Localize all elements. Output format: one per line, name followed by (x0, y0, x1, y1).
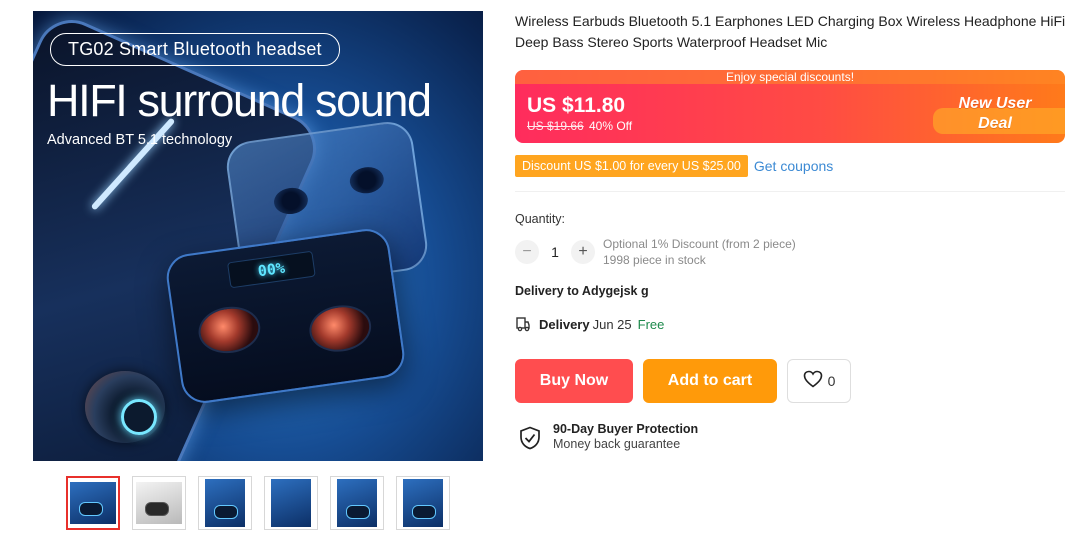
deal-badge-line2: Deal (978, 115, 1012, 132)
thumbnail-3[interactable] (198, 476, 252, 530)
quantity-increase-button[interactable]: + (571, 240, 595, 264)
quantity-value[interactable]: 1 (539, 244, 571, 260)
charging-case-body: 00% (163, 226, 408, 406)
truck-icon (515, 316, 533, 332)
delivery-destination[interactable]: Delivery to Adygejsk g (515, 284, 649, 298)
thumbnail-image (403, 479, 443, 527)
get-coupons-link[interactable]: Get coupons (754, 158, 833, 174)
lid-hole (272, 185, 310, 217)
thumbnail-image (70, 482, 116, 524)
stock-note: 1998 piece in stock (603, 253, 706, 267)
bulk-discount-note: Optional 1% Discount (from 2 piece) (603, 237, 796, 251)
delivery-date: Jun 25 (592, 316, 632, 332)
buyer-protection: 90-Day Buyer Protection Money back guara… (519, 422, 698, 452)
image-subline: Advanced BT 5.1 technology (47, 132, 233, 148)
current-price: US $11.80 (527, 94, 626, 117)
discount-percent: 40% Off (589, 119, 633, 133)
product-title: Wireless Earbuds Bluetooth 5.1 Earphones… (515, 13, 1066, 50)
delivery-label: Delivery (539, 316, 590, 332)
wishlist-count: 0 (827, 373, 836, 389)
earbud-led-ring (121, 399, 157, 435)
thumbnail-image (271, 479, 311, 527)
coupon-tag[interactable]: Discount US $1.00 for every US $25.00 (515, 155, 748, 177)
coupon-row: Discount US $1.00 for every US $25.00 Ge… (515, 155, 833, 177)
new-user-deal-badge: New User Deal (925, 94, 1065, 134)
wishlist-button[interactable]: 0 (787, 359, 851, 403)
lid-hole (348, 164, 386, 196)
add-to-cart-button[interactable]: Add to cart (643, 359, 777, 403)
quantity-decrease-button[interactable]: − (515, 240, 539, 264)
protection-subtitle: Money back guarantee (553, 437, 681, 451)
thumbnail-image (136, 482, 182, 524)
promo-banner-text: Enjoy special discounts! (515, 70, 1065, 84)
protection-title: 90-Day Buyer Protection (553, 422, 699, 436)
original-price: US $19.66 (527, 119, 584, 133)
delivery-cost: Free (637, 316, 665, 332)
deal-badge-line1: New User (958, 95, 1032, 112)
image-headline: HIFI surround sound (47, 75, 432, 126)
thumbnail-5[interactable] (330, 476, 384, 530)
image-tag-label: TG02 Smart Bluetooth headset (50, 33, 340, 66)
thumbnail-1[interactable] (66, 476, 120, 530)
earbud-in-case (306, 301, 375, 356)
thumbnail-4[interactable] (264, 476, 318, 530)
delivery-info: Delivery Jun 25 Free (515, 316, 664, 332)
shield-check-icon (519, 426, 541, 450)
thumbnail-6[interactable] (396, 476, 450, 530)
quantity-stepper: − 1 + Optional 1% Discount (from 2 piece… (515, 236, 796, 268)
earbud-in-case (195, 302, 264, 358)
quantity-note: Optional 1% Discount (from 2 piece) 1998… (603, 236, 796, 268)
thumbnail-image (205, 479, 245, 527)
thumbnail-2[interactable] (132, 476, 186, 530)
led-display: 00% (227, 250, 316, 289)
divider (515, 191, 1065, 192)
quantity-label: Quantity: (515, 212, 566, 226)
thumbnail-image (337, 479, 377, 527)
price-promo-banner: Enjoy special discounts! US $11.80 US $1… (515, 70, 1065, 143)
product-main-image[interactable]: 00% TG02 Smart Bluetooth headset HIFI su… (33, 11, 483, 461)
buy-now-button[interactable]: Buy Now (515, 359, 633, 403)
heart-icon (803, 370, 823, 393)
